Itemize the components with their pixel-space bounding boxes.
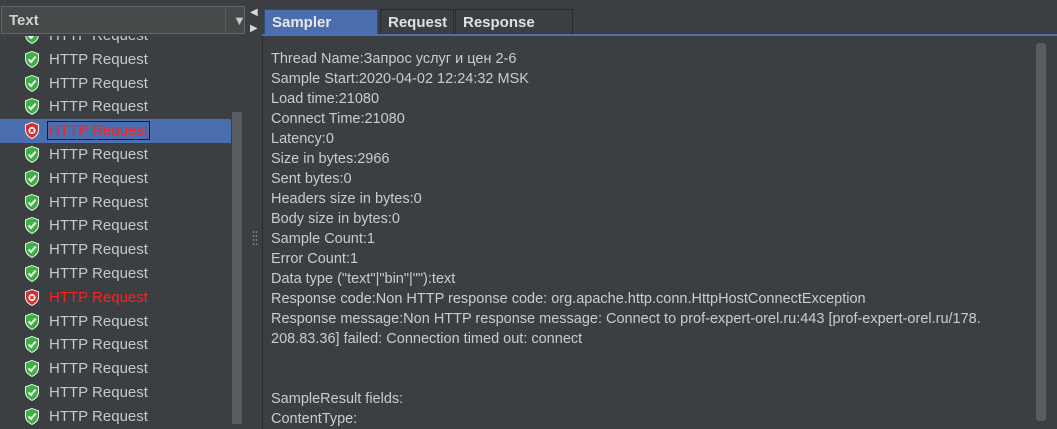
tree-item[interactable]: HTTP Request: [0, 191, 231, 215]
green-shield-check-icon: [25, 360, 39, 378]
result-line: Size in bytes:2966: [271, 151, 390, 167]
tree-item[interactable]: HTTP Request: [0, 36, 231, 48]
tree-item-label: HTTP Request: [49, 407, 148, 425]
tree-item[interactable]: HTTP Request: [0, 405, 231, 429]
result-line: Data type ("text"|"bin"|""):text: [271, 271, 456, 287]
result-line: Body size in bytes:0: [271, 211, 400, 227]
sampler-result-content: Thread Name:Запрос услуг и цен 2-6 Sample…: [262, 36, 1057, 429]
green-shield-check-icon: [25, 36, 39, 44]
green-shield-check-icon: [25, 193, 39, 211]
content-scrollbar[interactable]: [1036, 43, 1046, 421]
result-line: ContentType:: [271, 411, 358, 427]
split-pane-divider[interactable]: [248, 0, 260, 429]
collapse-left-icon[interactable]: ◀: [250, 8, 258, 18]
renderer-select[interactable]: Text ▼: [1, 6, 246, 34]
collapse-right-icon[interactable]: ▶: [250, 24, 258, 34]
tree-item[interactable]: HTTP Request: [0, 381, 231, 405]
renderer-select-value: Text: [9, 12, 39, 29]
tree-item-label: HTTP Request: [49, 265, 148, 282]
result-line: Response message:Non HTTP response messa…: [271, 311, 981, 327]
tree-item-label: HTTP Request: [49, 384, 148, 401]
green-shield-check-icon: [25, 407, 39, 425]
results-tree[interactable]: HTTP Request HTTP Request HTTP Request HTTP…: [0, 36, 248, 429]
tree-item-label: HTTP Request: [49, 241, 148, 259]
tab-sampler-result[interactable]: Sampler result: [264, 9, 378, 57]
green-shield-check-icon: [25, 384, 39, 401]
result-line: Headers size in bytes:0: [271, 191, 422, 207]
result-line: [271, 349, 991, 369]
tree-item-label: HTTP Request: [49, 146, 148, 163]
green-shield-check-icon: [25, 169, 39, 187]
green-shield-check-icon: [25, 217, 39, 235]
tree-item[interactable]: HTTP Request: [0, 333, 231, 357]
result-tabs: Sampler result Request Response data: [262, 9, 1057, 57]
tree-item-label: HTTP Request: [49, 98, 148, 116]
tree-item-label: HTTP Request: [49, 36, 148, 44]
tree-item-label: HTTP Request: [49, 312, 148, 330]
result-line: Sample Start:2020-04-02 12:24:32 MSK: [271, 71, 529, 87]
result-detail-panel: Sampler result Request Response data Thr…: [262, 0, 1057, 429]
sampler-result-text[interactable]: Thread Name:Запрос услуг и цен 2-6 Sample…: [271, 49, 991, 429]
tree-item-label: HTTP Request: [49, 360, 148, 378]
tree-item[interactable]: HTTP Request: [0, 143, 231, 167]
result-line: Thread Name:Запрос услуг и цен 2-6: [271, 51, 517, 67]
tree-item[interactable]: HTTP Request: [0, 262, 231, 286]
tree-item[interactable]: HTTP Request: [0, 72, 231, 96]
tree-item[interactable]: HTTP Request: [0, 119, 231, 144]
result-line: Load time:21080: [271, 91, 380, 107]
tree-scrollbar[interactable]: [232, 112, 242, 424]
green-shield-check-icon: [25, 74, 39, 92]
green-shield-check-icon: [25, 312, 39, 330]
tree-item[interactable]: HTTP Request: [0, 357, 231, 381]
result-line: Response code:Non HTTP response code: or…: [271, 291, 866, 307]
tree-item-label: HTTP Request: [49, 336, 148, 354]
select-divider: [225, 9, 226, 31]
tree-item-label: HTTP Request: [49, 169, 148, 187]
tree-item-label: HTTP Request: [49, 288, 148, 306]
green-shield-check-icon: [25, 146, 39, 163]
red-shield-x-icon: [25, 288, 39, 306]
red-shield-x-icon: [25, 122, 39, 140]
tree-item[interactable]: HTTP Request: [0, 48, 231, 72]
tree-item-label: HTTP Request: [49, 193, 148, 211]
green-shield-check-icon: [25, 50, 39, 68]
tree-item[interactable]: HTTP Request: [0, 95, 231, 119]
green-shield-check-icon: [25, 98, 39, 116]
green-shield-check-icon: [25, 241, 39, 259]
tree-item[interactable]: HTTP Request: [0, 238, 231, 262]
tree-item-label: HTTP Request: [47, 121, 150, 141]
result-line: Error Count:1: [271, 251, 359, 267]
splitter-grip-icon[interactable]: [252, 230, 258, 246]
tree-item-label: HTTP Request: [49, 217, 148, 235]
tree-item[interactable]: HTTP Request: [0, 310, 231, 334]
result-line: Sample Count:1: [271, 231, 375, 247]
results-tree-panel: Text ▼ HTTP Request HTTP Request HTTP Requ…: [0, 0, 248, 429]
result-line: Connect Time:21080: [271, 111, 405, 127]
result-line: SampleResult fields:: [271, 391, 404, 407]
tab-response-data[interactable]: Response data: [455, 9, 573, 57]
green-shield-check-icon: [25, 336, 39, 354]
result-line: Sent bytes:0: [271, 171, 352, 187]
tree-item-label: HTTP Request: [49, 50, 148, 68]
tree-item-label: HTTP Request: [49, 74, 148, 92]
result-line: [271, 369, 991, 389]
green-shield-check-icon: [25, 265, 39, 282]
tree-item[interactable]: HTTP Request: [0, 167, 231, 191]
result-line: Latency:0: [271, 131, 334, 147]
result-line: 208.83.36] failed: Connection timed out:…: [271, 331, 583, 347]
tree-item[interactable]: HTTP Request: [0, 214, 231, 238]
tab-request[interactable]: Request: [380, 9, 454, 35]
tree-item[interactable]: HTTP Request: [0, 286, 231, 310]
chevron-down-icon[interactable]: ▼: [233, 13, 246, 28]
